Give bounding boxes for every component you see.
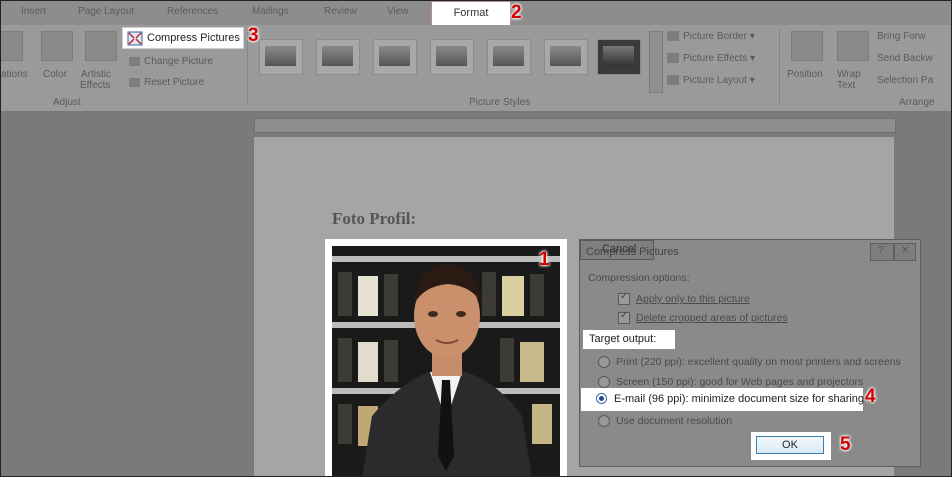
screenshot-frame: Insert Page Layout References Mailings R… [0, 0, 952, 477]
delete-cropped-checkbox[interactable]: ✓ [618, 310, 630, 324]
wrap-text-icon[interactable] [837, 31, 869, 61]
screen-option-label: Screen (150 ppi): good for Web pages and… [616, 376, 864, 388]
apply-only-label: Apply only to this picture [636, 293, 750, 305]
target-output-label: Target output: [589, 333, 657, 345]
compress-pictures-dialog: Compress Pictures ? ✕ Compression option… [579, 239, 921, 467]
change-picture-item[interactable]: Change Picture [129, 56, 213, 67]
help-button[interactable]: ? [870, 243, 894, 261]
gallery-scroll[interactable] [649, 31, 663, 93]
cancel-label: Cancel [602, 243, 637, 255]
ribbon-tab-bar: Insert Page Layout References Mailings R… [1, 1, 951, 25]
picture-styles-group-label: Picture Styles [469, 97, 531, 108]
use-document-resolution-radio[interactable] [598, 415, 610, 427]
reset-picture-label: Reset Picture [144, 77, 205, 88]
step-badge-4: 4 [865, 386, 876, 407]
position-icon[interactable] [791, 31, 823, 61]
compress-pictures-icon [127, 31, 143, 46]
email-option-label: E-mail (96 ppi): minimize document size … [614, 393, 865, 405]
artistic-label: Artistic [81, 69, 111, 80]
print-radio[interactable] [598, 356, 610, 368]
tab-references[interactable]: References [167, 6, 218, 17]
color-label: Color [43, 69, 67, 80]
compress-pictures-label: Compress Pictures [147, 32, 240, 44]
step-badge-1: 1 [539, 249, 550, 270]
compress-pictures-button[interactable]: Compress Pictures [122, 27, 244, 49]
tab-review[interactable]: Review [324, 6, 357, 17]
profile-photo [332, 246, 560, 476]
email-radio[interactable] [596, 393, 607, 404]
effects-label: Effects [80, 80, 111, 91]
apply-only-checkbox[interactable]: ✓ [618, 291, 630, 305]
delete-cropped-label: Delete cropped areas of pictures [636, 312, 788, 324]
change-picture-label: Change Picture [144, 56, 213, 67]
target-output-label-highlight: Target output: [583, 330, 675, 349]
help-icon: ? [878, 245, 884, 256]
print-option-label: Print (220 ppi): excellent quality on mo… [616, 356, 901, 368]
step-badge-2: 2 [511, 2, 522, 23]
adjust-group-label: Adjust [53, 97, 81, 108]
step-badge-5: 5 [840, 434, 851, 455]
picture-style-2[interactable] [316, 39, 360, 75]
picture-style-4[interactable] [430, 39, 474, 75]
picture-border-icon [667, 31, 679, 42]
corrections-label: ations [1, 69, 28, 80]
picture-style-7[interactable] [597, 39, 641, 75]
picture-effects-item[interactable]: Picture Effects ▾ [667, 53, 755, 64]
text-label: Text [837, 80, 856, 91]
picture-border-item[interactable]: Picture Border ▾ [667, 31, 755, 42]
picture-style-6[interactable] [544, 39, 588, 75]
tab-page-layout[interactable]: Page Layout [78, 6, 134, 17]
ok-button[interactable]: OK [756, 436, 824, 454]
artistic-effects-icon[interactable] [85, 31, 117, 61]
picture-layout-item[interactable]: Picture Layout ▾ [667, 75, 755, 86]
send-backward-item[interactable]: Send Backw [877, 53, 933, 64]
picture-layout-label: Picture Layout [683, 75, 747, 86]
profile-photo-illustration [332, 246, 560, 476]
use-document-resolution-label: Use document resolution [616, 415, 733, 427]
arrange-group-label: Arrange [899, 97, 935, 108]
radio-selected-dot [599, 396, 604, 401]
checkmark-icon: ✓ [620, 291, 629, 302]
selected-picture[interactable] [325, 239, 567, 476]
picture-layout-icon [667, 75, 679, 86]
horizontal-ruler[interactable] [254, 118, 896, 133]
checkmark-icon: ✓ [620, 310, 629, 321]
ok-button-highlight: OK [751, 432, 831, 460]
corrections-icon[interactable] [1, 31, 23, 61]
group-separator [779, 29, 780, 105]
picture-style-3[interactable] [373, 39, 417, 75]
change-picture-icon [129, 56, 140, 66]
tab-insert[interactable]: Insert [21, 6, 46, 17]
compression-options-label: Compression options: [588, 272, 690, 284]
wrap-label: Wrap [837, 69, 861, 80]
email-option-highlight[interactable]: E-mail (96 ppi): minimize document size … [581, 388, 865, 411]
screen-radio[interactable] [598, 376, 610, 388]
picture-style-1[interactable] [259, 39, 303, 75]
picture-border-label: Picture Border [683, 31, 747, 42]
bring-forward-item[interactable]: Bring Forw [877, 31, 925, 42]
picture-style-5[interactable] [487, 39, 531, 75]
reset-picture-item[interactable]: Reset Picture [129, 77, 204, 88]
position-label: Position [787, 69, 823, 80]
tab-mailings[interactable]: Mailings [252, 6, 289, 17]
picture-effects-icon [667, 53, 679, 64]
step-badge-3: 3 [248, 25, 259, 46]
tab-view[interactable]: View [387, 6, 409, 17]
reset-picture-icon [129, 77, 140, 87]
close-icon: ✕ [901, 245, 910, 256]
selection-pane-item[interactable]: Selection Pa [877, 75, 933, 86]
document-heading: Foto Profil: [332, 209, 417, 228]
close-button[interactable]: ✕ [894, 243, 916, 261]
tab-format[interactable]: Format [431, 1, 511, 25]
color-icon[interactable] [41, 31, 73, 61]
picture-effects-label: Picture Effects [683, 53, 748, 64]
